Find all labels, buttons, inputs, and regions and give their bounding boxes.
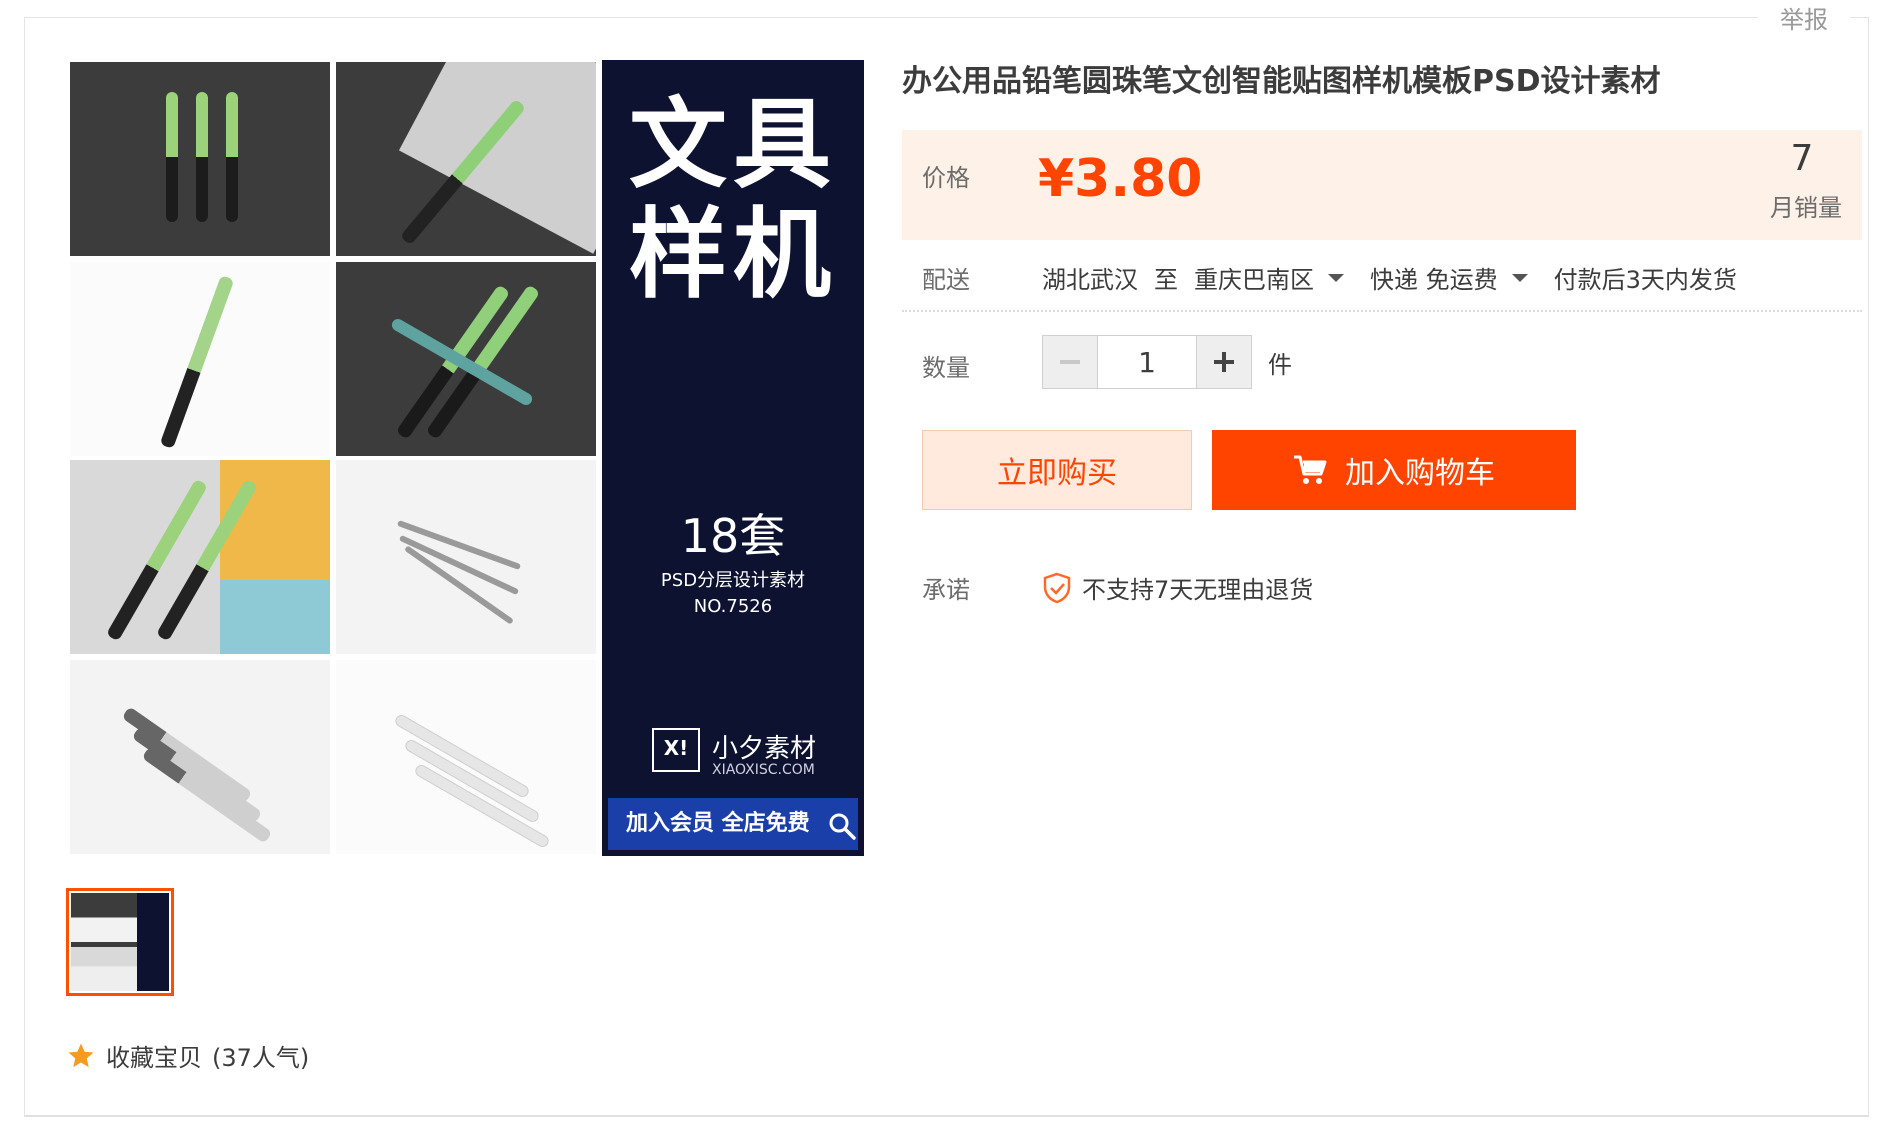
- main-product-image[interactable]: 文具 样机 18套 PSD分层设计素材 NO.7526 X! 小夕素材 XIAO…: [68, 60, 864, 856]
- ship-from: 湖北武汉: [1042, 266, 1138, 294]
- mockup-tile: [336, 262, 596, 456]
- ship-time: 付款后3天内发货: [1553, 266, 1737, 294]
- ship-to-selector[interactable]: 重庆巴南区: [1194, 260, 1314, 295]
- mockup-tile: [70, 62, 330, 256]
- image-thumbnail[interactable]: [66, 888, 174, 996]
- brand-name: 小夕素材: [712, 734, 817, 764]
- quantity-input[interactable]: 1: [1098, 335, 1196, 389]
- banner-title: 文具: [628, 88, 837, 202]
- vip-banner: 加入会员 全店免费: [608, 798, 858, 850]
- quantity-unit: 件: [1268, 350, 1292, 379]
- add-to-cart-label: 加入购物车: [1345, 456, 1495, 491]
- zoom-icon[interactable]: [828, 812, 856, 840]
- shipping-row: 湖北武汉 至 重庆巴南区 快递 免运费 付款后3天内发货: [1042, 260, 1737, 295]
- promise-text: 不支持7天无理由退货: [1082, 576, 1314, 604]
- price-panel: 价格 ¥3.80 7 月销量: [902, 130, 1862, 240]
- shipping-label: 配送: [922, 266, 970, 294]
- product-title: 办公用品铅笔圆珠笔文创智能贴图样机模板PSD设计素材: [902, 64, 1661, 99]
- price-value: ¥3.80: [1038, 149, 1203, 209]
- price-label: 价格: [922, 164, 970, 192]
- mockup-tile: [336, 460, 596, 654]
- favorite-button[interactable]: 收藏宝贝 (37人气): [66, 1038, 309, 1073]
- mockup-tile: [70, 660, 330, 854]
- mockup-tile: [336, 62, 596, 256]
- quantity-stepper: 1 件: [1042, 334, 1292, 390]
- favorite-label: 收藏宝贝: [106, 1044, 202, 1072]
- divider: [902, 310, 1862, 312]
- banner-title: 样机: [628, 198, 837, 312]
- increase-button[interactable]: [1196, 335, 1252, 389]
- minus-icon: [1060, 360, 1080, 364]
- cart-icon: [1294, 455, 1327, 484]
- banner-number: NO.7526: [693, 596, 773, 617]
- ship-to-word: 至: [1154, 266, 1178, 294]
- monthly-sales-label: 月销量: [1770, 194, 1842, 222]
- shield-check-icon: [1043, 572, 1071, 603]
- dropdown-arrow-icon[interactable]: [1328, 273, 1344, 282]
- buy-now-button[interactable]: 立即购买: [922, 430, 1192, 510]
- promise-label: 承诺: [922, 576, 970, 604]
- mockup-tile: [336, 660, 596, 854]
- mockup-tile: [70, 262, 330, 456]
- report-link[interactable]: 举报: [1758, 4, 1850, 36]
- brand-url: XIAOXISC.COM: [712, 762, 815, 778]
- ship-method-selector[interactable]: 快递 免运费: [1370, 260, 1498, 295]
- mockup-tile: [70, 460, 330, 654]
- decrease-button[interactable]: [1042, 335, 1098, 389]
- quantity-label: 数量: [922, 354, 970, 382]
- dropdown-arrow-icon[interactable]: [1511, 273, 1528, 282]
- promo-banner: 文具 样机 18套 PSD分层设计素材 NO.7526 X! 小夕素材 XIAO…: [602, 60, 864, 856]
- add-to-cart-button[interactable]: 加入购物车: [1212, 430, 1576, 510]
- brand-logo: X!: [652, 728, 700, 772]
- favorite-count: (37人气): [212, 1044, 310, 1072]
- banner-sets: 18套: [680, 509, 786, 563]
- banner-subtitle: PSD分层设计素材: [660, 570, 806, 591]
- monthly-sales-count: 7: [1790, 138, 1814, 179]
- promise-item: 不支持7天无理由退货: [1042, 570, 1313, 605]
- star-icon: [68, 1043, 94, 1067]
- plus-icon: [1214, 352, 1234, 372]
